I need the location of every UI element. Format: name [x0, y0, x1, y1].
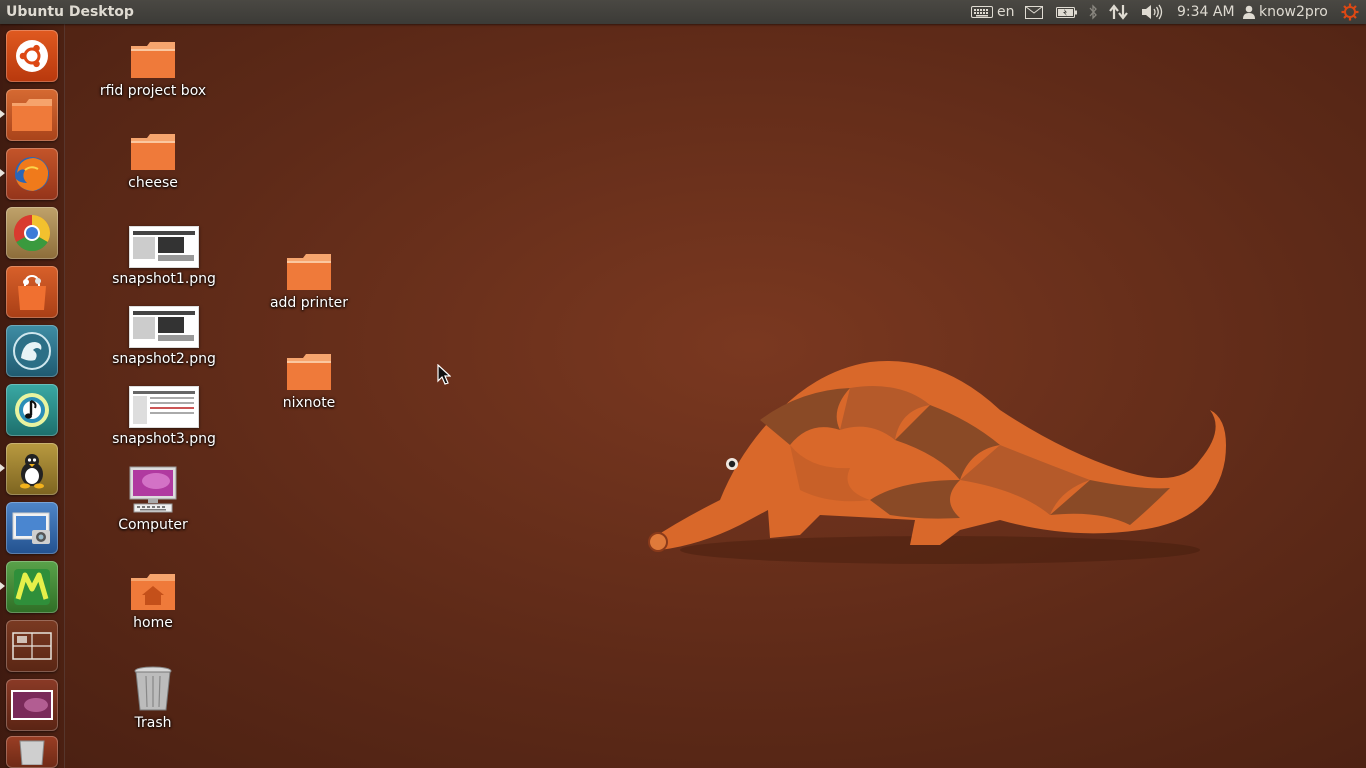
camera-icon [12, 512, 50, 544]
launcher-music[interactable] [6, 384, 58, 436]
mail-indicator[interactable] [1025, 0, 1043, 24]
launcher-trash[interactable] [6, 736, 58, 768]
desktop-icon-label: nixnote [282, 395, 336, 411]
trash-icon [19, 740, 45, 765]
keyboard-indicator[interactable]: en [971, 0, 1015, 24]
folder-icon [131, 42, 175, 78]
desktop-icon-trash[interactable]: Trash [93, 666, 213, 731]
window-title: Ubuntu Desktop [6, 4, 134, 20]
volume-icon [1142, 4, 1163, 20]
desktop-icon-label: home [133, 615, 173, 631]
network-icon [1109, 4, 1128, 20]
bluetooth-icon [1089, 4, 1097, 20]
workspaces-icon [12, 632, 52, 660]
desktop-icon-label: add printer [269, 295, 349, 311]
launcher-software-center[interactable] [6, 266, 58, 318]
desktop-icon-label: snapshot2.png [112, 351, 216, 367]
folder-icon [287, 354, 331, 390]
desktop-icon-label: Trash [134, 715, 172, 731]
running-indicator [0, 110, 5, 118]
desktop-icon-home[interactable]: home [93, 572, 213, 631]
running-indicator [0, 169, 5, 177]
battery-indicator[interactable] [1056, 0, 1078, 24]
launcher-app-desktop[interactable] [6, 679, 58, 731]
battery-icon [1056, 6, 1077, 18]
clock[interactable]: 9:34 AM [1177, 0, 1235, 24]
desktop-preview-icon [11, 690, 53, 720]
desktop-icon-label: snapshot3.png [112, 431, 216, 447]
image-thumbnail-icon [129, 386, 199, 428]
running-indicator [0, 464, 5, 472]
user-name: know2pro [1259, 4, 1328, 20]
desktop-icon-computer[interactable]: Computer [93, 466, 213, 533]
volume-indicator[interactable] [1141, 0, 1163, 24]
desktop-icon-nixnote[interactable]: nixnote [249, 352, 369, 411]
folder-icon [287, 254, 331, 290]
launcher-files[interactable] [6, 89, 58, 141]
mouse-pointer-icon [437, 364, 451, 385]
launcher-app-m[interactable] [6, 561, 58, 613]
running-indicator [0, 582, 5, 590]
m-logo-icon [14, 569, 50, 605]
image-thumbnail-icon [129, 306, 199, 348]
power-gear-icon [1341, 3, 1359, 21]
ubuntu-logo-icon [16, 40, 48, 72]
launcher-dash-home[interactable] [6, 30, 58, 82]
session-menu[interactable] [1341, 0, 1359, 24]
computer-icon [129, 466, 177, 513]
bluetooth-indicator[interactable] [1088, 0, 1098, 24]
desktop-icon-cheese[interactable]: cheese [93, 132, 213, 191]
launcher-workspace-switcher[interactable] [6, 620, 58, 672]
launcher [0, 24, 65, 768]
firefox-icon [15, 157, 49, 191]
launcher-app-tux[interactable] [6, 443, 58, 495]
desktop-icon-snapshot2[interactable]: snapshot2.png [104, 306, 224, 367]
tux-icon [20, 454, 44, 489]
dragon-icon [13, 332, 51, 370]
user-icon [1243, 5, 1255, 19]
desktop-icon-snapshot3[interactable]: snapshot3.png [104, 386, 224, 447]
chrome-icon [13, 215, 51, 252]
desktop-icon-label: Computer [118, 517, 188, 533]
user-menu[interactable]: know2pro [1243, 0, 1328, 24]
desktop-icon-label: snapshot1.png [112, 271, 216, 287]
mail-icon [1025, 5, 1043, 19]
folder-icon [12, 99, 52, 131]
launcher-firefox[interactable] [6, 148, 58, 200]
desktop-icon-label: cheese [128, 175, 178, 191]
launcher-screenshot[interactable] [6, 502, 58, 554]
home-folder-icon [131, 574, 175, 610]
desktop-icon-add-printer[interactable]: add printer [249, 252, 369, 311]
desktop-icon-snapshot1[interactable]: snapshot1.png [104, 226, 224, 287]
shopping-bag-icon [18, 274, 46, 310]
launcher-app-dragon[interactable] [6, 325, 58, 377]
folder-icon [131, 134, 175, 170]
keyboard-layout-label: en [997, 4, 1015, 20]
top-panel: Ubuntu Desktop en 9:34 AM know2pro [0, 0, 1366, 24]
music-note-icon [15, 393, 49, 427]
trash-icon [134, 666, 172, 711]
launcher-chrome[interactable] [6, 207, 58, 259]
keyboard-icon [971, 6, 993, 18]
desktop-icon-label: rfid project box [99, 83, 207, 99]
network-indicator[interactable] [1109, 0, 1129, 24]
desktop-icon-rfid-project-box[interactable]: rfid project box [93, 40, 213, 99]
wallpaper-anteater-illustration [648, 361, 1226, 564]
image-thumbnail-icon [129, 226, 199, 268]
